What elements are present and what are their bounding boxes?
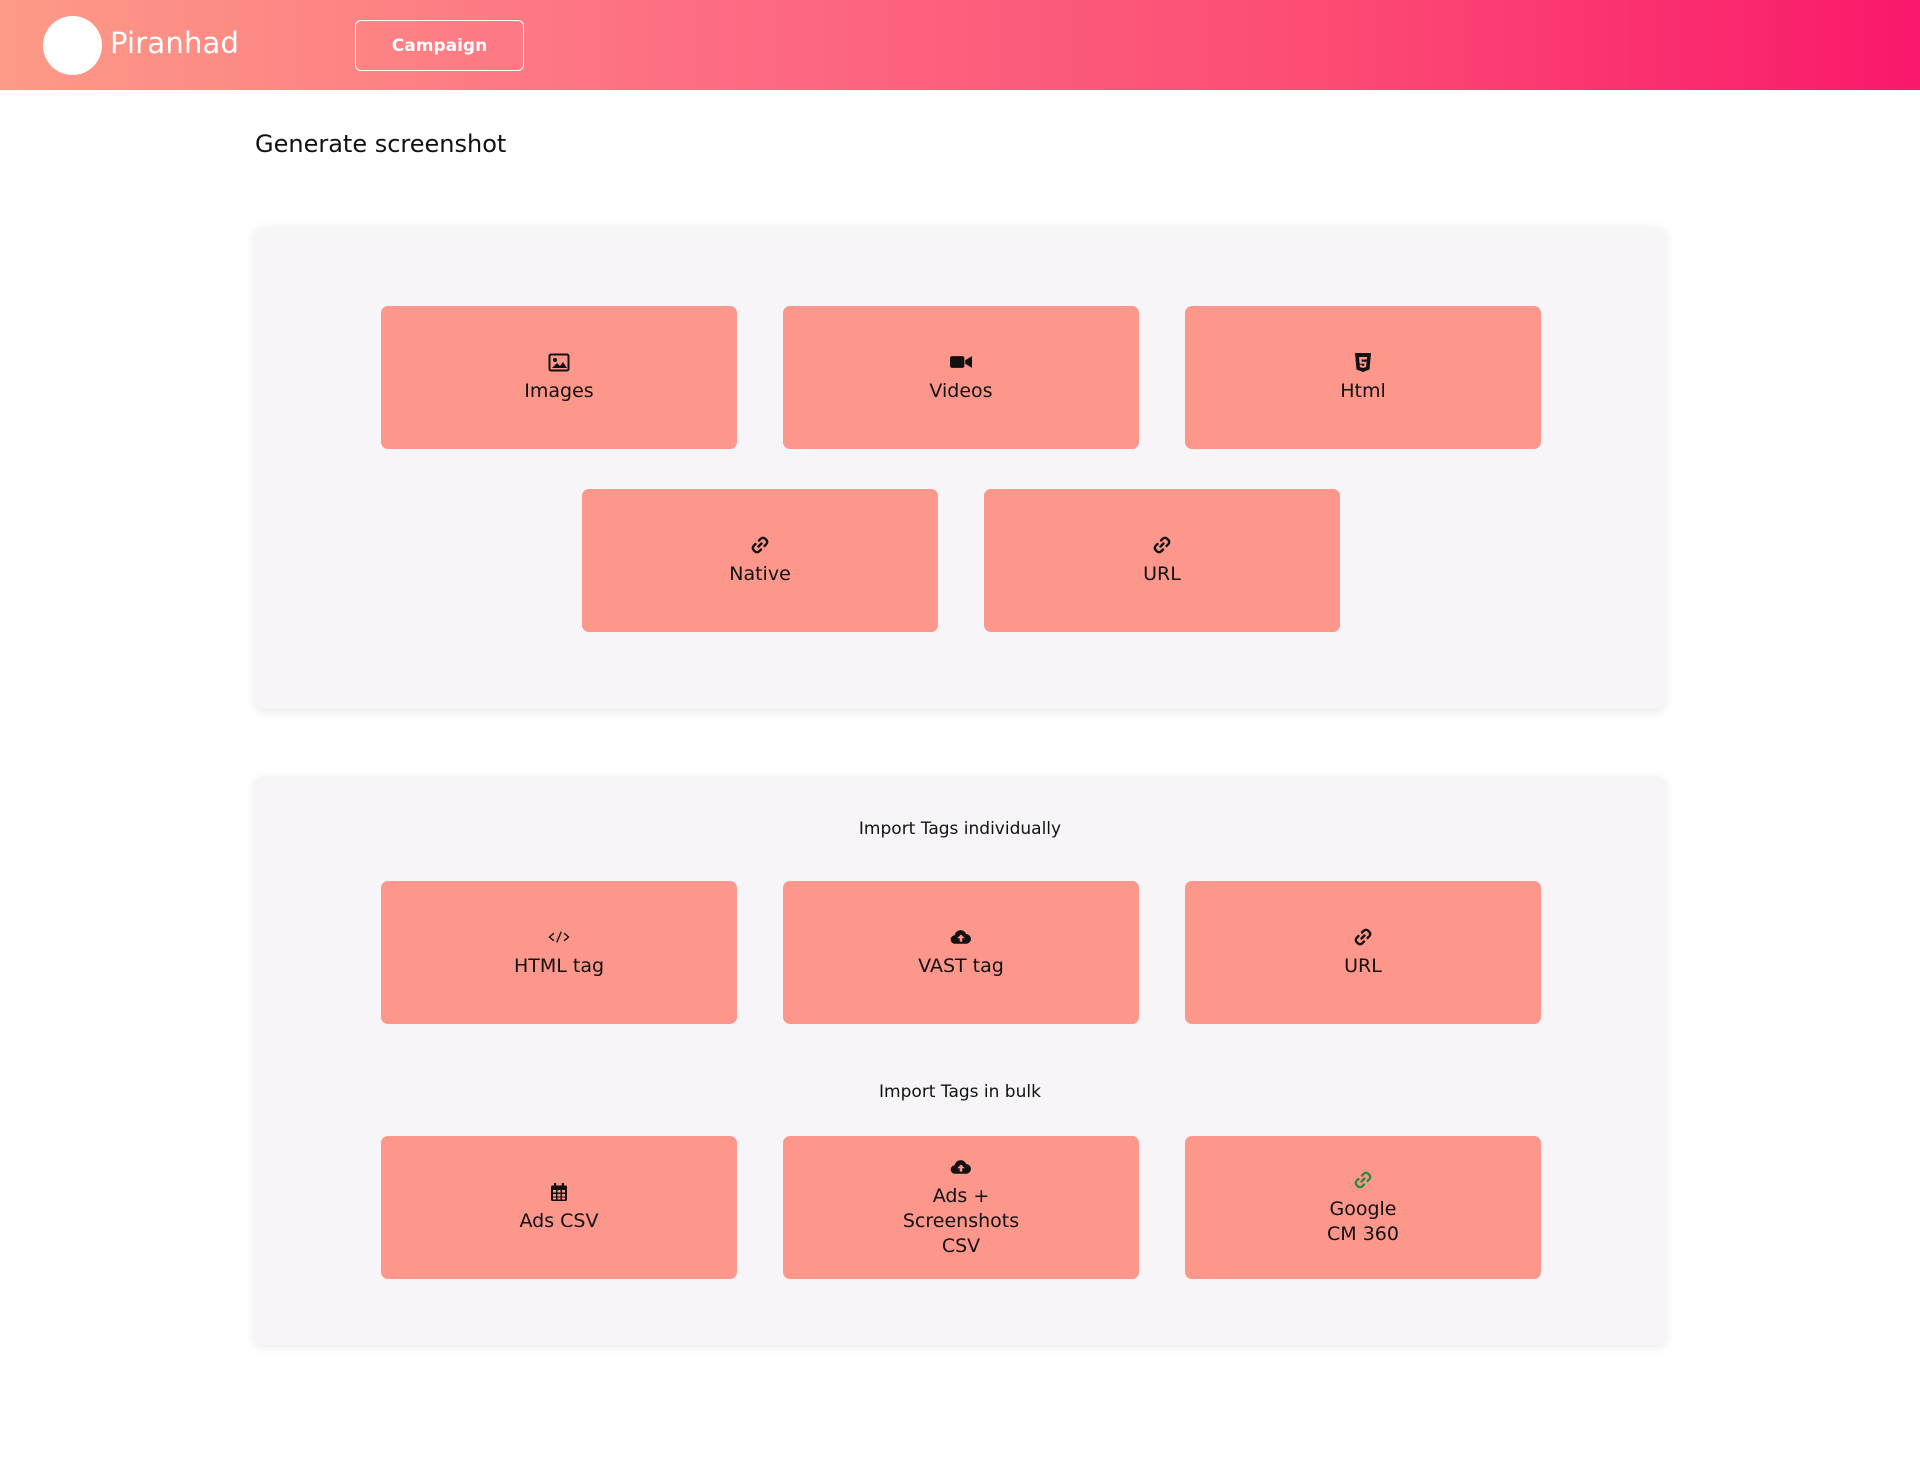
video-camera-icon — [950, 351, 972, 373]
images-label: Images — [524, 380, 594, 402]
cloud-upload-icon — [950, 1156, 972, 1178]
import-tags-panel: Import Tags individually HTML tag VAST t… — [255, 777, 1665, 1345]
vast-tag-tile[interactable]: VAST tag — [783, 881, 1139, 1024]
videos-tile[interactable]: Videos — [783, 306, 1139, 449]
ads-csv-label: Ads CSV — [519, 1210, 599, 1232]
url-tag-label: URL — [1344, 955, 1382, 977]
cloud-upload-icon — [950, 926, 972, 948]
campaign-button[interactable]: Campaign — [355, 20, 524, 71]
html-tag-tile[interactable]: HTML tag — [381, 881, 737, 1024]
native-tile[interactable]: Native — [582, 489, 938, 632]
link-icon — [1352, 1169, 1374, 1191]
brand-name[interactable]: Piranhad — [110, 26, 239, 60]
vast-tag-label: VAST tag — [918, 955, 1004, 977]
link-icon — [1352, 926, 1374, 948]
html-label: Html — [1340, 380, 1386, 402]
url-tag-tile[interactable]: URL — [1185, 881, 1541, 1024]
native-label: Native — [729, 563, 791, 585]
logo[interactable] — [43, 16, 102, 75]
code-icon — [548, 926, 570, 948]
link-icon — [749, 534, 771, 556]
google-cm360-tile[interactable]: Google CM 360 — [1185, 1136, 1541, 1279]
url-tile[interactable]: URL — [984, 489, 1340, 632]
generate-screenshot-panel: Images Videos Html Native URL — [255, 227, 1665, 709]
import-individually-heading: Import Tags individually — [858, 819, 1062, 839]
url-label: URL — [1143, 563, 1181, 585]
html-tile[interactable]: Html — [1185, 306, 1541, 449]
images-tile[interactable]: Images — [381, 306, 737, 449]
html-tag-label: HTML tag — [513, 955, 605, 977]
page-title: Generate screenshot — [255, 130, 507, 158]
ads-screenshots-csv-label: Ads + Screenshots CSV — [902, 1185, 1020, 1257]
google-cm360-label: Google CM 360 — [1327, 1197, 1399, 1245]
html5-icon — [1352, 351, 1374, 373]
videos-label: Videos — [929, 380, 993, 402]
image-icon — [548, 351, 570, 373]
ads-csv-tile[interactable]: Ads CSV — [381, 1136, 737, 1279]
import-bulk-heading: Import Tags in bulk — [879, 1082, 1041, 1102]
top-navigation-bar: Piranhad Campaign — [0, 0, 1920, 90]
link-icon — [1151, 534, 1173, 556]
ads-screenshots-csv-tile[interactable]: Ads + Screenshots CSV — [783, 1136, 1139, 1279]
calendar-icon — [548, 1181, 570, 1203]
